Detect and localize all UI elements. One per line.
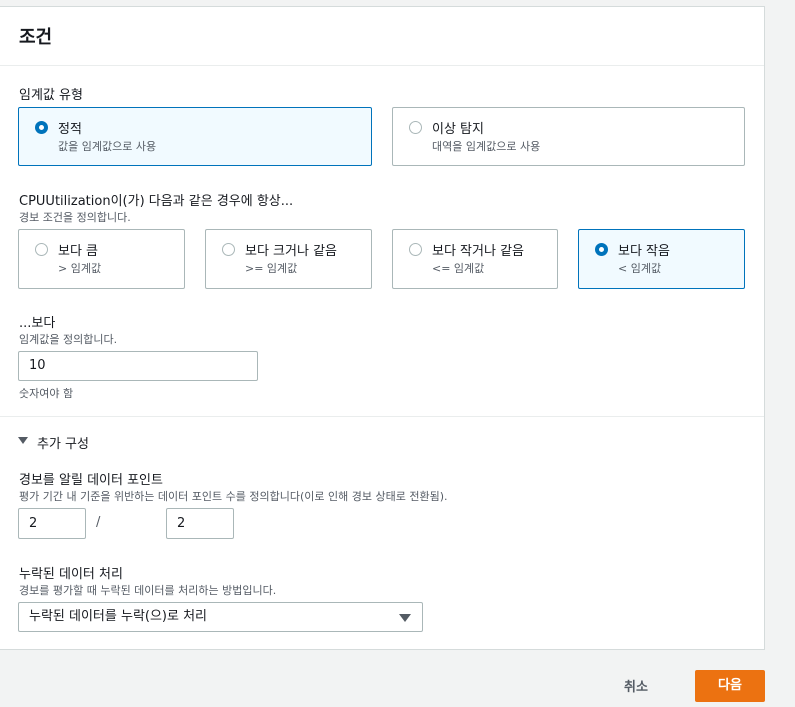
radio-unselected-icon <box>35 243 48 256</box>
caret-down-icon <box>18 437 28 444</box>
datapoints-label: 경보를 알릴 데이터 포인트 <box>19 473 163 488</box>
condition-greater-option[interactable]: 보다 큼 > 임계값 <box>18 229 185 289</box>
radio-selected-icon <box>35 121 48 134</box>
panel-header: 조건 <box>0 7 764 66</box>
threshold-type-static-option[interactable]: 정적 값을 임계값으로 사용 <box>18 107 372 166</box>
condition-less-equal-option[interactable]: 보다 작거나 같음 <= 임계값 <box>392 229 558 289</box>
additional-config-toggle[interactable]: 추가 구성 <box>18 433 108 452</box>
radio-unselected-icon <box>409 243 422 256</box>
conditions-panel: 조건 <box>0 6 765 650</box>
threshold-input[interactable]: 10 <box>18 351 258 381</box>
option-title: 정적 <box>58 122 82 137</box>
condition-label: CPUUtilization이(가) 다음과 같은 경우에 항상... <box>19 194 294 209</box>
radio-unselected-icon <box>409 121 422 134</box>
radio-selected-icon <box>595 243 608 256</box>
option-subtitle: >= 임계값 <box>245 262 298 275</box>
datapoints-description: 평가 기간 내 기준을 위반하는 데이터 포인트 수를 정의합니다(이로 인해 … <box>19 490 448 503</box>
additional-config-label: 추가 구성 <box>37 437 89 452</box>
datapoints-to-alarm-input[interactable]: 2 <box>18 508 86 539</box>
missing-data-select[interactable]: 누락된 데이터를 누락(으)로 처리 <box>18 602 423 632</box>
cancel-button[interactable]: 취소 <box>624 676 648 695</box>
option-title: 보다 큼 <box>58 244 99 259</box>
next-button[interactable]: 다음 <box>695 670 765 702</box>
option-title: 보다 크거나 같음 <box>245 244 337 259</box>
threshold-type-label: 임계값 유형 <box>19 88 83 103</box>
datapoints-separator: / <box>96 515 101 530</box>
missing-data-label: 누락된 데이터 처리 <box>19 567 123 582</box>
option-subtitle: 값을 임계값으로 사용 <box>58 140 157 153</box>
option-title: 보다 작거나 같음 <box>432 244 524 259</box>
threshold-type-anomaly-option[interactable]: 이상 탐지 대역을 임계값으로 사용 <box>392 107 745 166</box>
threshold-description: 임계값을 정의합니다. <box>19 333 118 346</box>
condition-description: 경보 조건을 정의합니다. <box>19 211 131 224</box>
condition-less-option[interactable]: 보다 작음 < 임계값 <box>578 229 745 289</box>
option-subtitle: 대역을 임계값으로 사용 <box>432 140 541 153</box>
condition-greater-equal-option[interactable]: 보다 크거나 같음 >= 임계값 <box>205 229 372 289</box>
threshold-label: ...보다 <box>19 316 56 331</box>
radio-unselected-icon <box>222 243 235 256</box>
option-subtitle: <= 임계값 <box>432 262 485 275</box>
divider <box>0 416 764 417</box>
missing-data-selected-value: 누락된 데이터를 누락(으)로 처리 <box>29 609 208 624</box>
missing-data-description: 경보를 평가할 때 누락된 데이터를 처리하는 방법입니다. <box>19 584 277 597</box>
option-title: 이상 탐지 <box>432 122 484 137</box>
dropdown-caret-icon <box>399 614 411 622</box>
evaluation-periods-input[interactable]: 2 <box>166 508 234 539</box>
panel-title: 조건 <box>19 27 53 48</box>
threshold-hint: 숫자여야 함 <box>19 387 74 400</box>
option-subtitle: < 임계값 <box>618 262 662 275</box>
option-title: 보다 작음 <box>618 244 670 259</box>
option-subtitle: > 임계값 <box>58 262 102 275</box>
